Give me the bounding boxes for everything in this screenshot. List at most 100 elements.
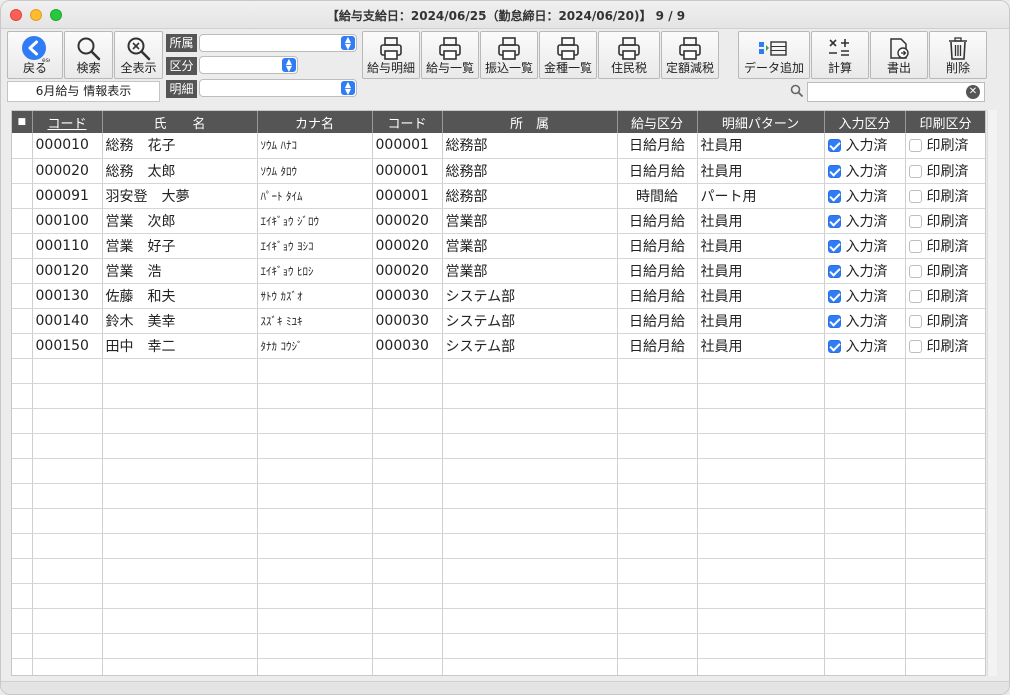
table-row[interactable] bbox=[12, 458, 985, 484]
checkbox-unchecked[interactable] bbox=[908, 189, 922, 203]
checkbox-checked[interactable] bbox=[827, 139, 841, 153]
cell-input-status[interactable]: 入力済 bbox=[824, 208, 906, 234]
col-print-status[interactable]: 印刷区分 bbox=[905, 111, 985, 133]
cell-print-status[interactable]: 印刷済 bbox=[905, 183, 985, 209]
delete-button[interactable]: 削除 bbox=[929, 31, 987, 79]
cell-print-status bbox=[905, 408, 985, 434]
cell-input-status bbox=[824, 633, 906, 659]
dept-select[interactable]: ▲ ▼ bbox=[199, 34, 357, 52]
pay-list-button[interactable]: 給与一覧 bbox=[421, 31, 479, 79]
checkbox-label: 印刷済 bbox=[926, 263, 969, 280]
calculate-button[interactable]: 計算 bbox=[811, 31, 869, 79]
table-header-row: ■ コード 氏 名 カナ名 コード 所 属 給与区分 明細パターン 入力区分 印… bbox=[12, 111, 985, 133]
checkbox-checked[interactable] bbox=[827, 239, 841, 253]
table-row[interactable] bbox=[12, 483, 985, 509]
table-row[interactable]: 000120 営業 浩ｴｲｷﾞｮｳ ﾋﾛｼ 000020 営業部 日給月給 社員用 入力済 印… bbox=[12, 258, 985, 284]
denomination-list-button[interactable]: 金種一覧 bbox=[539, 31, 597, 79]
checkbox-unchecked[interactable] bbox=[908, 289, 922, 303]
col-code[interactable]: コード bbox=[32, 111, 103, 133]
table-row[interactable] bbox=[12, 358, 985, 384]
cell-print-status[interactable]: 印刷済 bbox=[905, 258, 985, 284]
detail-select[interactable]: ▲ ▼ bbox=[199, 79, 357, 97]
cell-input-status[interactable]: 入力済 bbox=[824, 233, 906, 259]
cell-print-status[interactable]: 印刷済 bbox=[905, 133, 985, 159]
cell-print-status bbox=[905, 483, 985, 509]
table-row[interactable] bbox=[12, 533, 985, 559]
cell-print-status[interactable]: 印刷済 bbox=[905, 158, 985, 184]
payslip-button[interactable]: 給与明細 bbox=[362, 31, 420, 79]
checkbox-unchecked[interactable] bbox=[908, 239, 922, 253]
checkbox-checked[interactable] bbox=[827, 264, 841, 278]
cell-input-status[interactable]: 入力済 bbox=[824, 183, 906, 209]
table-row[interactable] bbox=[12, 558, 985, 584]
table-row[interactable]: 000150 田中 幸二 ﾀﾅｶ ｺｳｼﾞ 000030 システム部 日給月給 社員用 入力済… bbox=[12, 333, 985, 359]
col-name[interactable]: 氏 名 bbox=[102, 111, 258, 133]
category-select[interactable]: ▲ ▼ bbox=[199, 56, 298, 74]
checkbox-unchecked[interactable] bbox=[908, 264, 922, 278]
checkbox-checked[interactable] bbox=[827, 214, 841, 228]
cell-input-status[interactable]: 入力済 bbox=[824, 283, 906, 309]
checkbox-checked[interactable] bbox=[827, 339, 841, 353]
search-button[interactable]: 検索 bbox=[64, 31, 113, 79]
checkbox-unchecked[interactable] bbox=[908, 214, 922, 228]
cell-print-status[interactable]: 印刷済 bbox=[905, 333, 985, 359]
cell-input-status[interactable]: 入力済 bbox=[824, 133, 906, 159]
col-dept[interactable]: 所 属 bbox=[442, 111, 618, 133]
table-row[interactable] bbox=[12, 583, 985, 609]
cell-dept-code bbox=[372, 458, 443, 484]
table-row[interactable]: 000100 営業 次郎 ｴｲｷﾞｮｳ ｼﾞﾛｳ 000020 営業部 日給月給 社員用 入力… bbox=[12, 208, 985, 234]
search-input[interactable] bbox=[807, 82, 985, 102]
cell-input-status[interactable]: 入力済 bbox=[824, 308, 906, 334]
cell-input-status[interactable]: 入力済 bbox=[824, 333, 906, 359]
table-row[interactable] bbox=[12, 408, 985, 434]
cell-code bbox=[32, 558, 103, 584]
info-display-button[interactable]: 6月給与 情報表示 bbox=[7, 81, 160, 102]
table-row[interactable]: 000010 総務 花子 ｿｳﾑ ﾊﾅｺ 000001 総務部 日給月給 社員用 入力済 印刷済 bbox=[12, 133, 985, 159]
cell-input-status[interactable]: 入力済 bbox=[824, 258, 906, 284]
cell-print-status[interactable]: 印刷済 bbox=[905, 208, 985, 234]
transfer-list-button[interactable]: 振込一覧 bbox=[480, 31, 538, 79]
table-row[interactable] bbox=[12, 633, 985, 659]
resident-tax-button[interactable]: 住民税 bbox=[598, 31, 660, 79]
table-row[interactable]: 000091 羽安登 大夢 ﾊﾟｰﾄ ﾀｲﾑ 000001 総務部 時間給 パート用 入力済 印… bbox=[12, 183, 985, 209]
table-row[interactable] bbox=[12, 608, 985, 634]
table-row[interactable]: 000110 営業 好子 ｴｲｷﾞｮｳ ﾖｼｺ 000020 営業部 日給月給 社員用 入力済… bbox=[12, 233, 985, 259]
cell-pay-type: 日給月給 bbox=[617, 308, 698, 334]
col-pay-type[interactable]: 給与区分 bbox=[617, 111, 698, 133]
table-row[interactable] bbox=[12, 658, 985, 675]
table-row[interactable]: 000130 佐藤 和夫 ｻﾄｳ ｶｽﾞｵ 000030 システム部 日給月給 社員用 入力済… bbox=[12, 283, 985, 309]
table-row[interactable]: 000140 鈴木 美幸 ｽｽﾞｷ ﾐﾕｷ 000030 システム部 日給月給 社員用 入力済… bbox=[12, 308, 985, 334]
add-data-button[interactable]: データ追加 bbox=[738, 31, 810, 79]
vertical-scrollbar[interactable] bbox=[987, 110, 997, 676]
back-button[interactable]: esc 戻る bbox=[7, 31, 63, 79]
cell-dept-code bbox=[372, 633, 443, 659]
checkbox-unchecked[interactable] bbox=[908, 314, 922, 328]
checkbox-checked[interactable] bbox=[827, 164, 841, 178]
checkbox-unchecked[interactable] bbox=[908, 139, 922, 153]
cell-pattern bbox=[697, 658, 825, 675]
col-kana[interactable]: カナ名 bbox=[257, 111, 373, 133]
table-row[interactable] bbox=[12, 508, 985, 534]
cell-input-status[interactable]: 入力済 bbox=[824, 158, 906, 184]
cell-code: 000120 bbox=[32, 258, 103, 284]
cell-dept-code bbox=[372, 508, 443, 534]
select-all-corner[interactable]: ■ bbox=[12, 111, 33, 133]
cell-print-status[interactable]: 印刷済 bbox=[905, 283, 985, 309]
cell-print-status[interactable]: 印刷済 bbox=[905, 308, 985, 334]
col-dept-code[interactable]: コード bbox=[372, 111, 443, 133]
checkbox-checked[interactable] bbox=[827, 189, 841, 203]
show-all-button[interactable]: 全表示 bbox=[114, 31, 163, 79]
checkbox-unchecked[interactable] bbox=[908, 339, 922, 353]
clear-search-icon[interactable]: ✕ bbox=[966, 85, 980, 99]
cell-print-status[interactable]: 印刷済 bbox=[905, 233, 985, 259]
export-button[interactable]: 書出 bbox=[870, 31, 928, 79]
fixed-tax-cut-button[interactable]: 定額減税 bbox=[661, 31, 719, 79]
checkbox-unchecked[interactable] bbox=[908, 164, 922, 178]
table-row[interactable] bbox=[12, 383, 985, 409]
table-row[interactable] bbox=[12, 433, 985, 459]
col-input-status[interactable]: 入力区分 bbox=[824, 111, 906, 133]
col-pattern[interactable]: 明細パターン bbox=[697, 111, 825, 133]
checkbox-checked[interactable] bbox=[827, 314, 841, 328]
table-row[interactable]: 000020 総務 太郎 ｿｳﾑ ﾀﾛｳ 000001 総務部 日給月給 社員用 入力済 印刷済 bbox=[12, 158, 985, 184]
checkbox-checked[interactable] bbox=[827, 289, 841, 303]
